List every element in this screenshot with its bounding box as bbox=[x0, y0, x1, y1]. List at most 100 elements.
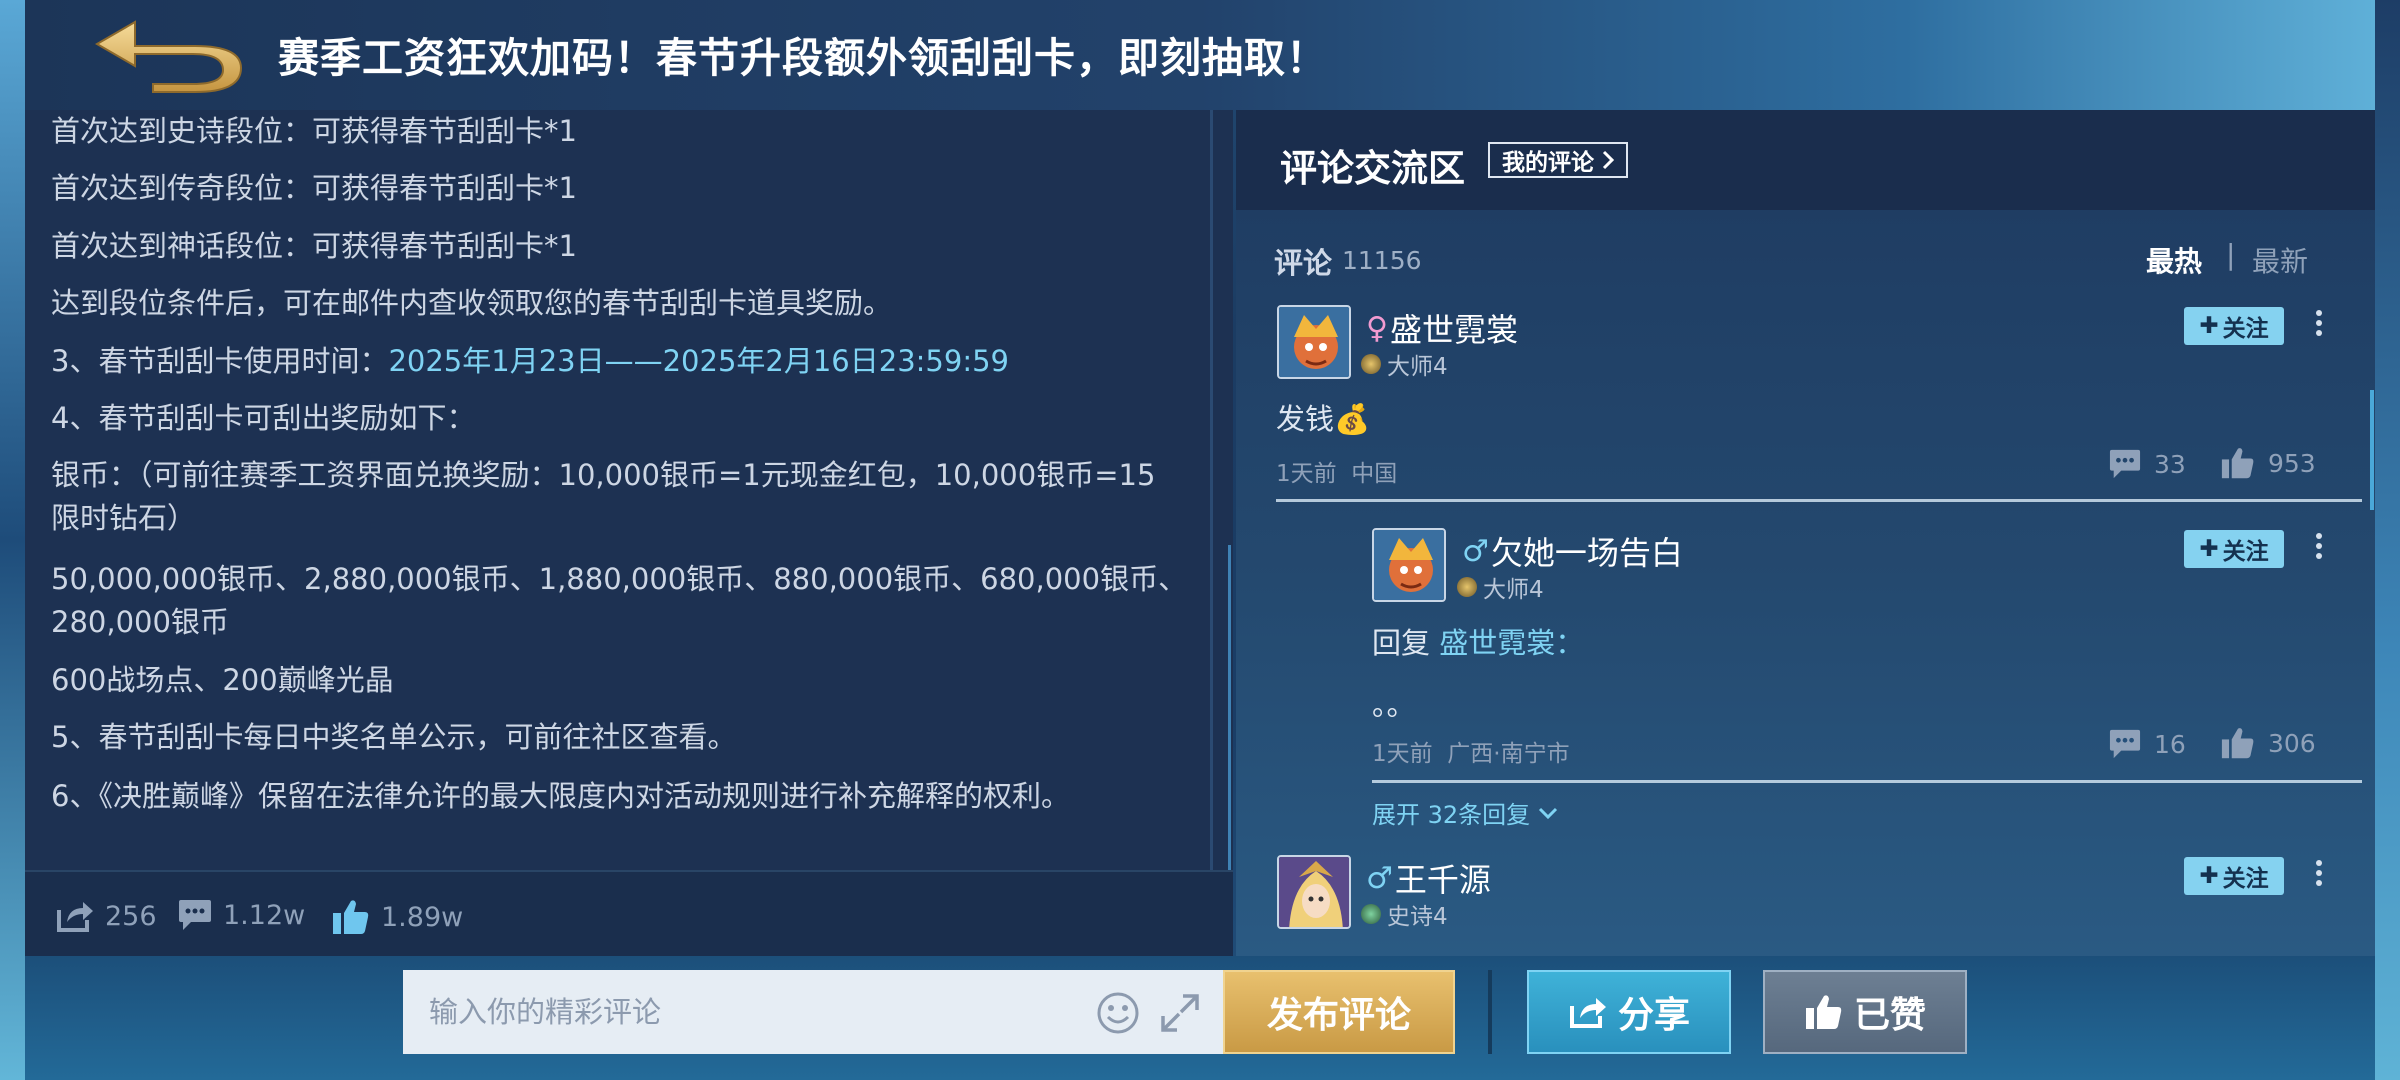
comments-header: 评论交流区 我的评论 bbox=[1236, 110, 2375, 210]
reply-target-link[interactable]: 盛世霓裳： bbox=[1439, 626, 1584, 660]
comment-time: 1天前 bbox=[1276, 461, 1337, 487]
page-title: 赛季工资狂欢加码！春节升段额外领刮刮卡，即刻抽取！ bbox=[278, 34, 1328, 82]
liked-button[interactable]: 已赞 bbox=[1763, 970, 1967, 1054]
female-icon: ♀ bbox=[1366, 310, 1388, 346]
reply-count: 33 bbox=[2154, 449, 2186, 479]
follow-button[interactable]: ✚ 关注 bbox=[2184, 530, 2284, 568]
comment-location: 中国 bbox=[1351, 461, 1398, 487]
article-line: 首次达到神话段位：可获得春节刮刮卡*1 bbox=[51, 229, 577, 263]
more-options-icon[interactable] bbox=[2309, 856, 2329, 896]
male-icon: ♂ bbox=[1366, 860, 1393, 896]
like-count: 953 bbox=[2268, 448, 2316, 478]
username-text: 盛世霓裳 bbox=[1389, 311, 1518, 349]
sort-hot-tab[interactable]: 最热 bbox=[2146, 240, 2202, 280]
rank-text: 大师4 bbox=[1387, 354, 1448, 380]
share-stat[interactable]: 256 bbox=[55, 898, 157, 934]
rank-badge-icon bbox=[1457, 577, 1477, 597]
share-label: 分享 bbox=[1617, 995, 1690, 1036]
comment-username[interactable]: ♂ 欠她一场告白 bbox=[1462, 528, 1683, 574]
header: 赛季工资狂欢加码！春节升段额外领刮刮卡，即刻抽取！ bbox=[25, 0, 2375, 110]
user-rank: 大师4 bbox=[1361, 347, 1448, 381]
back-button[interactable] bbox=[83, 14, 263, 94]
article-line: 600战场点、200巅峰光晶 bbox=[51, 663, 394, 697]
article-line: 50,000,000银币、2,880,000银币、1,880,000银币、880… bbox=[51, 562, 1188, 596]
comments-list[interactable]: 评论 11156 最热 | 最新 ♀ 盛世霓裳 大师4 ✚ 关注 发钱💰 1天前… bbox=[1236, 210, 2375, 956]
follow-label: 关注 bbox=[2222, 316, 2269, 342]
comment-username[interactable]: ♂ 王千源 bbox=[1366, 855, 1491, 901]
thumbs-up-icon bbox=[333, 900, 369, 934]
back-arrow-icon bbox=[95, 20, 243, 93]
article-line: 3、春节刮刮卡使用时间：2025年1月23日——2025年2月16日23:59:… bbox=[51, 340, 1009, 383]
expand-replies-label: 展开 32条回复 bbox=[1372, 801, 1531, 829]
reply-count: 16 bbox=[2154, 729, 2186, 759]
user-rank: 大师4 bbox=[1457, 570, 1544, 604]
article-line: 首次达到史诗段位：可获得春节刮刮卡*1 bbox=[51, 114, 577, 148]
panel-divider bbox=[1210, 110, 1213, 956]
avatar[interactable] bbox=[1372, 528, 1446, 602]
male-icon: ♂ bbox=[1462, 533, 1489, 569]
username-text: 欠她一场告白 bbox=[1490, 534, 1683, 572]
plus-icon: ✚ bbox=[2199, 313, 2219, 339]
article-line: 银币：（可前往赛季工资界面兑换奖励：10,000银币=1元现金红包，10,000… bbox=[51, 458, 1156, 492]
article-scrollbar[interactable] bbox=[1228, 545, 1231, 875]
bar-divider bbox=[1488, 970, 1492, 1054]
follow-label: 关注 bbox=[2222, 866, 2269, 892]
comment-icon bbox=[2109, 729, 2141, 759]
comment-stat[interactable]: 1.12w bbox=[177, 898, 305, 932]
like-stat[interactable]: 1.89w bbox=[331, 898, 463, 936]
my-comments-button[interactable]: 我的评论 bbox=[1488, 142, 1628, 178]
comments-panel: 评论交流区 我的评论 评论 11156 最热 | 最新 ♀ 盛世霓裳 大师4 ✚… bbox=[1236, 110, 2375, 956]
comment-divider bbox=[1276, 499, 2362, 502]
event-date-range: 2025年1月23日——2025年2月16日23:59:59 bbox=[388, 344, 1010, 378]
comment-icon bbox=[2109, 449, 2141, 479]
more-options-icon[interactable] bbox=[2309, 529, 2329, 569]
like-count: 1.89w bbox=[381, 901, 464, 933]
rank-badge-icon bbox=[1361, 354, 1381, 374]
more-options-icon[interactable] bbox=[2309, 306, 2329, 346]
liked-label: 已赞 bbox=[1853, 995, 1926, 1036]
rank-badge-icon bbox=[1361, 904, 1381, 924]
reply-button[interactable]: 33 bbox=[2108, 448, 2186, 480]
comment-location: 广西·南宁市 bbox=[1447, 741, 1570, 767]
article-line: 首次达到传奇段位：可获得春节刮刮卡*1 bbox=[51, 171, 577, 205]
comment-text: 。。 bbox=[1372, 688, 1416, 722]
sort-new-tab[interactable]: 最新 bbox=[2252, 240, 2308, 280]
publish-comment-button[interactable]: 发布评论 bbox=[1223, 970, 1455, 1054]
chevron-down-icon bbox=[1539, 807, 1558, 819]
bottom-bar: 发布评论 分享 已赞 bbox=[25, 956, 2375, 1080]
like-count: 306 bbox=[2268, 728, 2316, 758]
article-content: 首次达到史诗段位：可获得春节刮刮卡*1 首次达到传奇段位：可获得春节刮刮卡*1 … bbox=[25, 110, 1233, 870]
follow-button[interactable]: ✚ 关注 bbox=[2184, 857, 2284, 895]
expand-replies-button[interactable]: 展开 32条回复 bbox=[1372, 795, 1558, 830]
comments-scrollbar[interactable] bbox=[2370, 390, 2374, 510]
article-line: 280,000银币 bbox=[51, 605, 229, 639]
comments-title: 评论交流区 bbox=[1280, 147, 1465, 190]
like-button[interactable]: 306 bbox=[2220, 726, 2316, 760]
comment-time: 1天前 bbox=[1372, 741, 1433, 767]
comment-total: 11156 bbox=[1342, 246, 1422, 275]
follow-label: 关注 bbox=[2222, 539, 2269, 565]
article-panel[interactable]: 首次达到史诗段位：可获得春节刮刮卡*1 首次达到传奇段位：可获得春节刮刮卡*1 … bbox=[25, 110, 1233, 875]
chevron-right-icon bbox=[1602, 150, 1614, 170]
share-count: 256 bbox=[105, 900, 157, 932]
article-line-prefix: 3、春节刮刮卡使用时间： bbox=[51, 344, 389, 378]
share-icon bbox=[57, 902, 93, 932]
comment-text: 回复 盛世霓裳： bbox=[1372, 620, 1584, 662]
avatar[interactable] bbox=[1277, 305, 1351, 379]
follow-button[interactable]: ✚ 关注 bbox=[2184, 307, 2284, 345]
comment-icon bbox=[179, 900, 211, 930]
article-line: 4、春节刮刮卡可刮出奖励如下： bbox=[51, 401, 476, 435]
sort-separator: | bbox=[2226, 238, 2236, 271]
share-button[interactable]: 分享 bbox=[1527, 970, 1731, 1054]
comment-input[interactable] bbox=[403, 970, 1063, 1054]
comment-text: 发钱💰 bbox=[1276, 402, 1371, 436]
avatar[interactable] bbox=[1277, 855, 1351, 929]
share-icon bbox=[1569, 998, 1606, 1028]
fullscreen-icon[interactable] bbox=[1159, 992, 1201, 1034]
reply-button[interactable]: 16 bbox=[2108, 728, 2186, 760]
thumbs-up-icon bbox=[1805, 995, 1842, 1029]
comment-username[interactable]: ♀ 盛世霓裳 bbox=[1366, 305, 1518, 351]
like-button[interactable]: 953 bbox=[2220, 446, 2316, 480]
reply-prefix: 回复 bbox=[1372, 626, 1431, 660]
emoji-icon[interactable] bbox=[1095, 990, 1141, 1036]
